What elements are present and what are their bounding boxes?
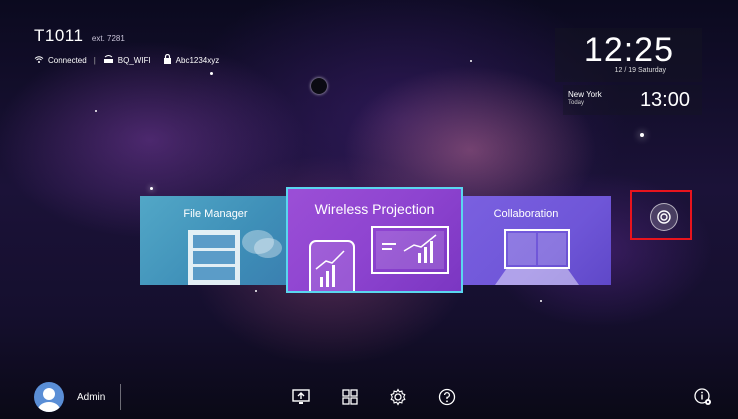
star <box>255 290 257 292</box>
system-info-button[interactable] <box>692 386 714 408</box>
highlight-box <box>630 190 692 240</box>
clock-panel: 12:25 12 / 19 Saturday <box>555 28 702 82</box>
device-extension: ext. 7281 <box>91 34 125 43</box>
help-button[interactable] <box>436 386 458 408</box>
whiteboard-icon <box>495 229 579 285</box>
wifi-icon <box>34 55 44 66</box>
star <box>640 133 644 137</box>
world-clock: New York Today 13:00 <box>563 85 702 115</box>
world-clock-time: 13:00 <box>639 89 690 111</box>
world-clock-city: New York <box>568 90 602 99</box>
star <box>210 72 213 75</box>
world-clock-day: Today <box>568 100 585 106</box>
file-manager-tile[interactable]: File Manager <box>140 196 291 285</box>
apps-button[interactable] <box>339 386 361 408</box>
star <box>470 60 472 62</box>
file-server-icon <box>188 230 282 285</box>
projection-icon <box>309 226 449 291</box>
info-gear-icon <box>694 388 711 405</box>
star <box>540 300 542 302</box>
device-info: T1011 ext. 7281 Connected | BQ_WIFI Abc1… <box>34 26 219 66</box>
settings-button[interactable] <box>387 386 409 408</box>
avatar-icon <box>38 388 60 412</box>
star <box>150 187 153 190</box>
wifi-password: Abc1234xyz <box>175 55 220 65</box>
user-avatar[interactable] <box>34 382 64 412</box>
clock-time: 12:25 <box>583 31 674 69</box>
network-status: Connected | BQ_WIFI Abc1234xyz <box>34 53 220 66</box>
screen-share-button[interactable] <box>290 386 312 408</box>
planet <box>311 78 327 94</box>
lock-icon <box>163 53 172 66</box>
help-icon <box>438 388 456 406</box>
user-name: Admin <box>77 392 106 403</box>
gear-icon <box>390 388 406 406</box>
collaboration-tile[interactable]: Collaboration <box>463 196 611 285</box>
bottom-bar: Admin <box>0 382 738 419</box>
screen-share-icon <box>292 389 310 404</box>
ssid: BQ_WIFI <box>117 55 151 65</box>
connection-status: Connected <box>48 55 87 65</box>
star <box>95 110 97 112</box>
wireless-projection-tile[interactable]: Wireless Projection <box>286 187 463 293</box>
divider: | <box>93 55 96 65</box>
device-name: T1011 <box>34 26 84 45</box>
divider <box>120 384 121 410</box>
clock-date: 12 / 19 Saturday <box>614 67 666 74</box>
router-icon <box>103 54 114 66</box>
grid-icon <box>342 389 358 405</box>
